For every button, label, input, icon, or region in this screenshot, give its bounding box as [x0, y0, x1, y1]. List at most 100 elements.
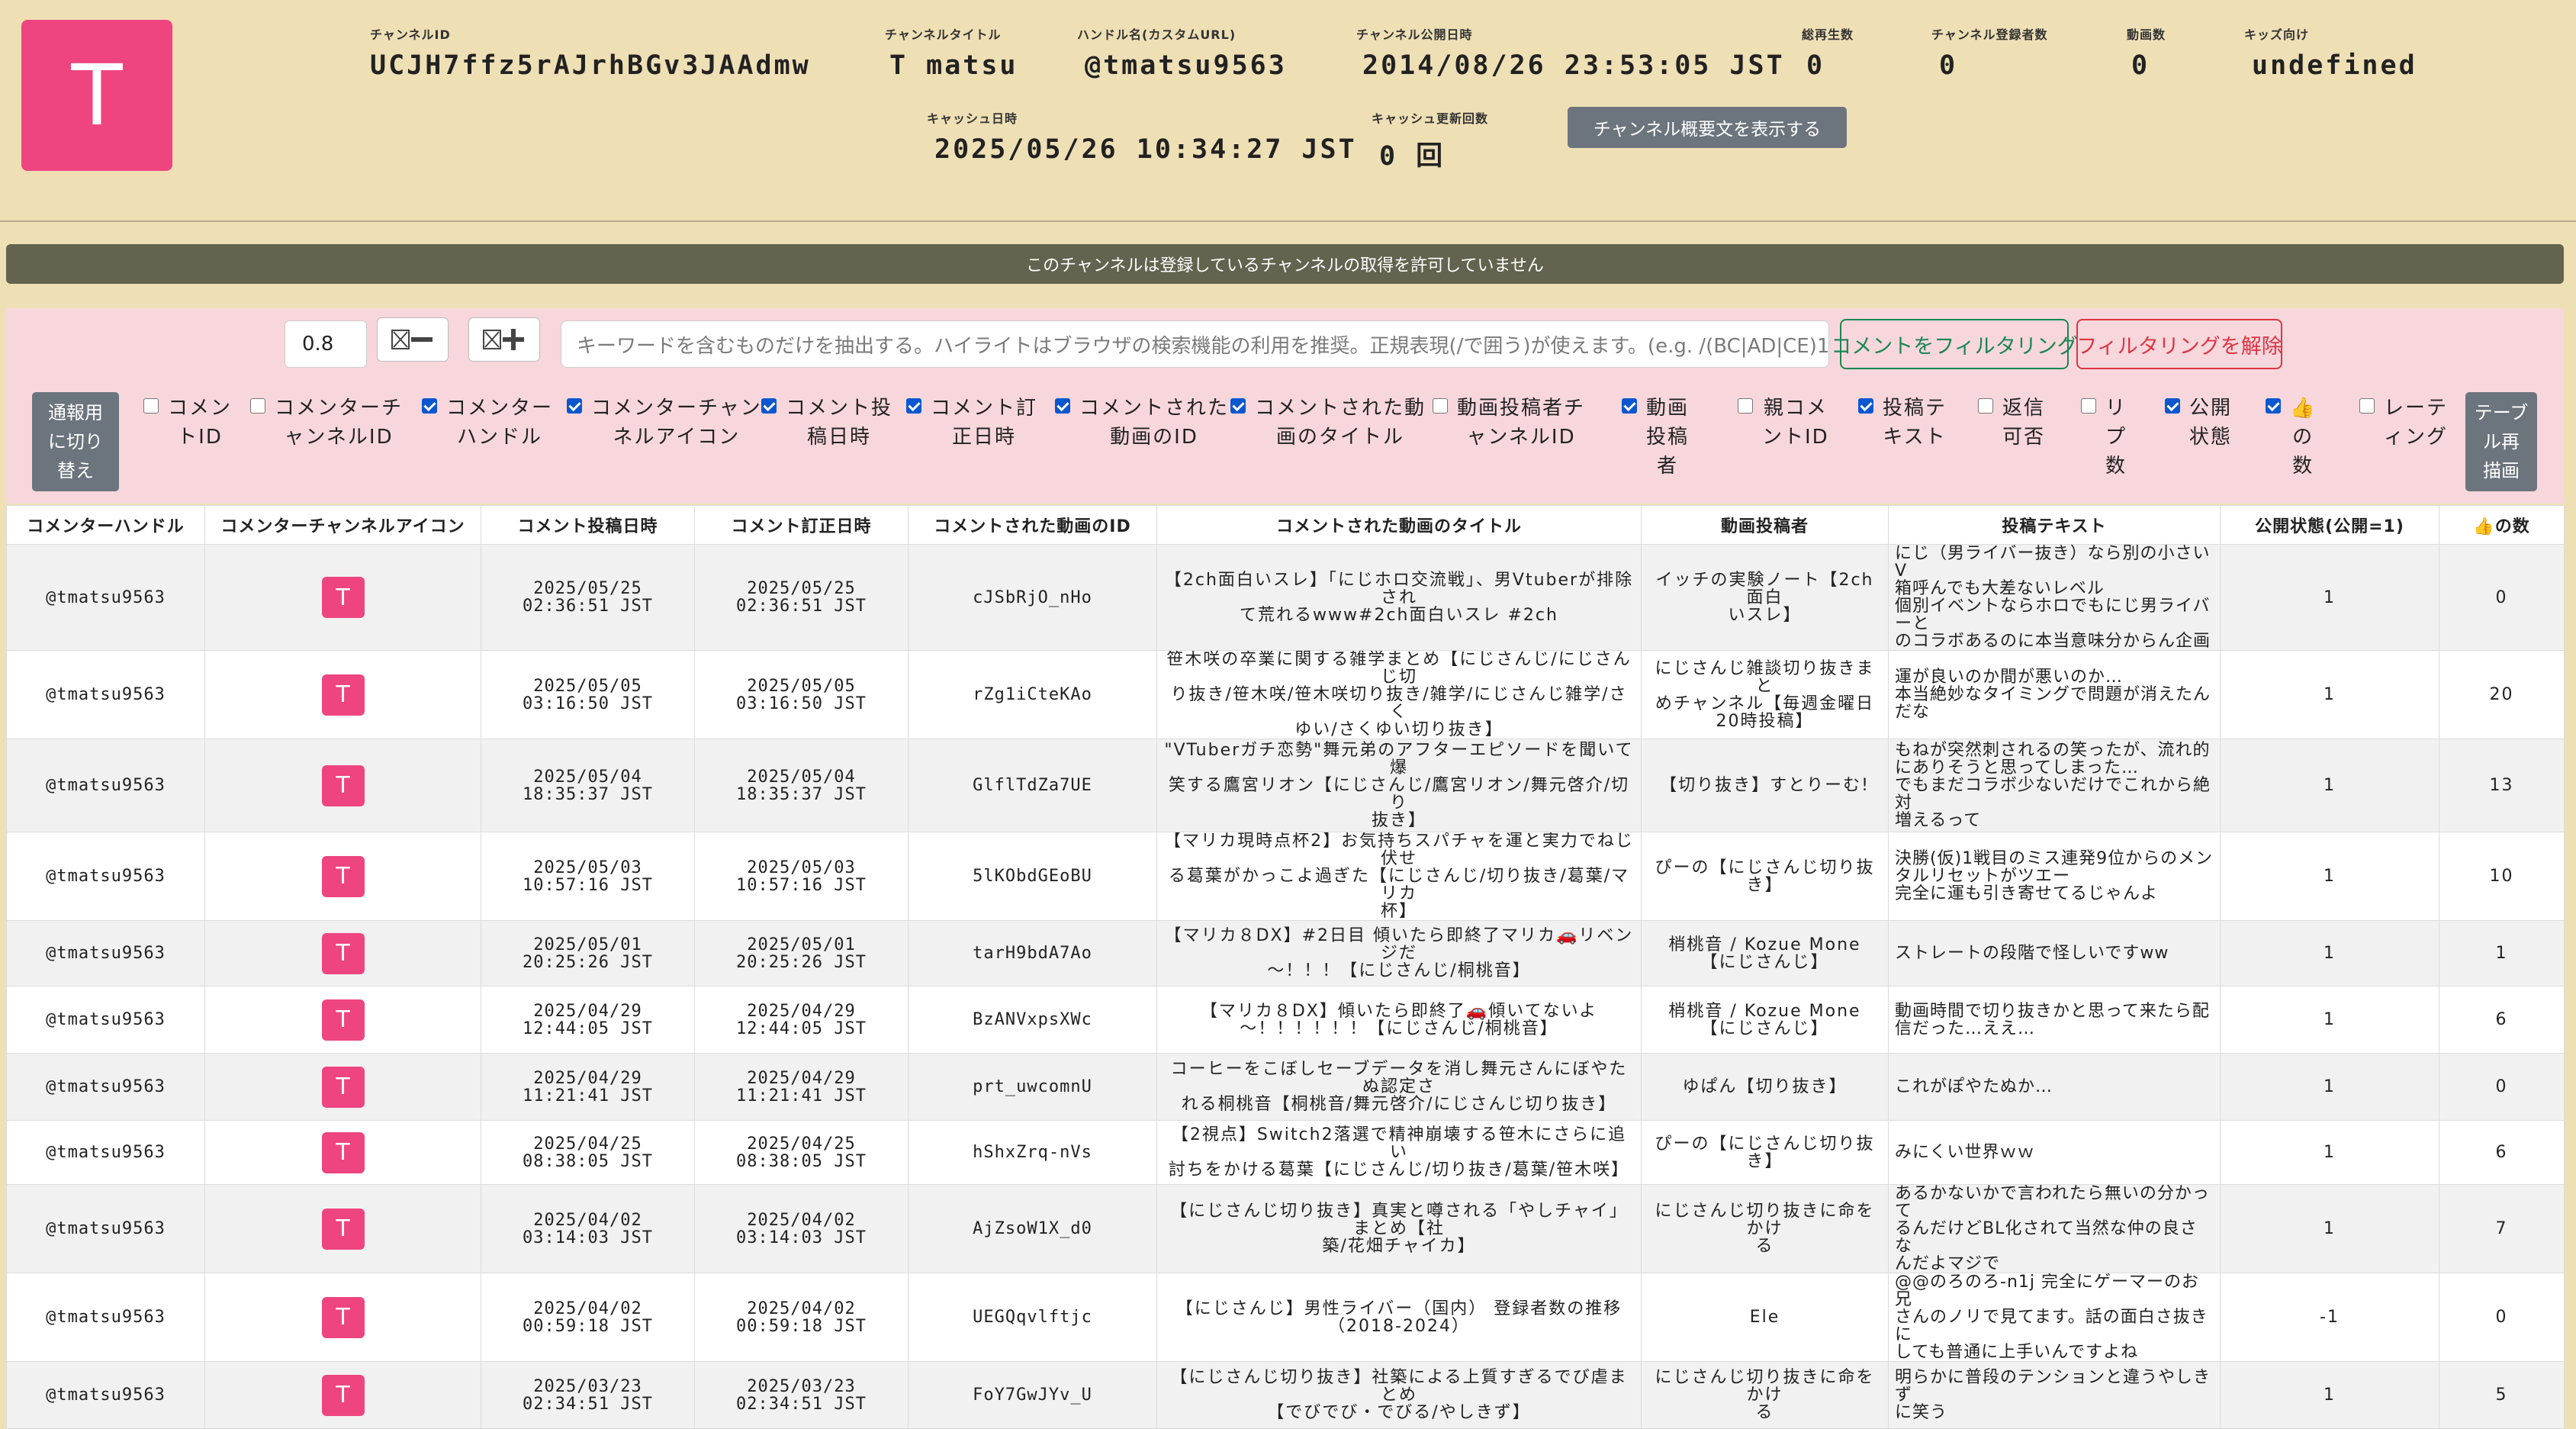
text-text: 運が良いのか間が悪いのか… 本当絶妙なタイミングで問題が消えたん だな	[1895, 668, 2211, 722]
table-row: @tmatsu9563 T 2025/04/25 08:38:05 JST 2025/…	[6, 1120, 2565, 1185]
column-toggle-3[interactable]: コメンターチャン ネルアイコン	[567, 394, 762, 452]
zoom-out-button[interactable]	[377, 317, 449, 362]
keyword-filter-input[interactable]: キーワードを含むものだけを抽出する。ハイライトはブラウザの検索機能の利用を推奨。…	[561, 320, 1829, 368]
likes-text: 0	[2495, 587, 2508, 607]
column-toggle-0[interactable]: コメン トID	[143, 394, 232, 452]
column-toggle-checkbox[interactable]	[1738, 398, 1753, 414]
cell-handle: @tmatsu9563	[6, 920, 205, 986]
cell-handle: @tmatsu9563	[6, 650, 205, 739]
table-body: @tmatsu9563 T 2025/05/25 02:36:51 JST 2025/…	[6, 544, 2565, 1429]
column-toggle-16[interactable]: レーテ ィング	[2359, 394, 2448, 452]
cache-count-label: キャッシュ更新回数	[1372, 111, 1489, 126]
handle-text: @tmatsu9563	[46, 1308, 166, 1327]
column-toggle-checkbox[interactable]	[1978, 398, 1993, 414]
edited-text: 2025/03/23 02:34:51 JST	[736, 1376, 867, 1414]
column-header[interactable]: コメント投稿日時	[481, 505, 695, 545]
column-toggle-checkbox[interactable]	[567, 398, 582, 414]
column-toggle-4[interactable]: コメント投 稿日時	[761, 394, 892, 452]
column-toggle-checkbox[interactable]	[2081, 398, 2096, 414]
handle-text: @tmatsu9563	[46, 944, 166, 963]
column-toggle-12[interactable]: 返信 可否	[1978, 394, 2045, 452]
column-header[interactable]: コメントされた動画のタイトル	[1156, 505, 1642, 545]
video-id-text[interactable]: BzANVxpsXWc	[973, 1010, 1092, 1029]
video-id-text[interactable]: tarH9bdA7Ao	[973, 944, 1092, 963]
commenter-avatar: T	[321, 764, 365, 806]
commenter-icon-cell: T	[204, 1053, 481, 1121]
video-id-text[interactable]: prt_uwcomnU	[973, 1077, 1092, 1096]
column-toggle-checkbox[interactable]	[422, 398, 437, 414]
column-toggle-14[interactable]: 公開 状態	[2165, 394, 2232, 452]
video-id-text[interactable]: hShxZrq-nVs	[973, 1143, 1092, 1162]
column-toggle-checkbox[interactable]	[906, 398, 921, 414]
show-description-button[interactable]: チャンネル概要文を表示する	[1568, 107, 1847, 148]
posted-text: 2025/04/02 03:14:03 JST	[523, 1210, 653, 1247]
video-id-text[interactable]: GlflTdZa7UE	[973, 776, 1092, 795]
column-toggle-checkbox[interactable]	[2359, 398, 2375, 414]
column-toggle-checkbox[interactable]	[1858, 398, 1873, 414]
column-header[interactable]: 公開状態(公開=1)	[2220, 505, 2439, 545]
clear-filter-button[interactable]: フィルタリングを解除	[2076, 319, 2282, 369]
cell-video-id: prt_uwcomnU	[908, 1053, 1157, 1121]
column-toggle-5[interactable]: コメント訂 正日時	[906, 394, 1037, 452]
column-toggle-checkbox[interactable]	[1433, 398, 1448, 414]
video-id-text[interactable]: AjZsoW1X_d0	[973, 1219, 1092, 1238]
column-toggle-checkbox[interactable]	[1230, 398, 1246, 414]
column-toggle-checkbox[interactable]	[1622, 398, 1637, 414]
uploader-text: イッチの実験ノート【2ch面白 いスレ】	[1655, 570, 1874, 625]
column-toggle-label: コメンターチ ャンネルID	[275, 397, 404, 449]
permission-notice: このチャンネルは登録しているチャンネルの取得を許可していません	[6, 244, 2564, 284]
video-id-text[interactable]: 5lKObdGEoBU	[973, 867, 1092, 886]
video-id-text[interactable]: cJSbRjO_nHo	[973, 588, 1092, 607]
cell-video-id: 5lKObdGEoBU	[908, 832, 1157, 921]
column-header[interactable]: 動画投稿者	[1641, 505, 1889, 545]
column-header[interactable]: 👍の数	[2439, 505, 2565, 545]
column-toggle-10[interactable]: 親コメ ントID	[1738, 394, 1829, 452]
column-toggle-13[interactable]: リ プ 数	[2081, 394, 2127, 481]
column-header[interactable]: 投稿テキスト	[1888, 505, 2221, 545]
zoom-in-button[interactable]	[468, 317, 540, 362]
cell-video-id: AjZsoW1X_d0	[908, 1184, 1157, 1273]
channel-id-field: チャンネルID UCJH7ffz5rAJrhBGv3JAAdmw	[370, 24, 811, 81]
video-id-text[interactable]: UEGQqvlftjc	[973, 1308, 1092, 1327]
column-toggle-6[interactable]: コメントされた 動画のID	[1055, 394, 1229, 452]
column-toggle-checkbox[interactable]	[1055, 398, 1070, 414]
column-toggle-15[interactable]: 👍 の 数	[2266, 394, 2316, 481]
column-toggle-2[interactable]: コメンター ハンドル	[422, 394, 553, 452]
likes-text: 0	[2495, 1308, 2508, 1327]
video-id-text[interactable]: FoY7GwJYv_U	[973, 1386, 1092, 1405]
cell-uploader: ぴーの【にじさんじ切り抜き】	[1641, 832, 1889, 921]
column-header[interactable]: コメンターハンドル	[6, 505, 205, 545]
cell-video-title: コーヒーをこぼしセーブデータを消し舞元さんにぼやたぬ認定さ れる桐桃音【桐桃音/…	[1156, 1053, 1642, 1121]
column-toggle-11[interactable]: 投稿テ キスト	[1858, 394, 1947, 452]
column-toggle-checkbox[interactable]	[761, 398, 777, 414]
column-toggle-8[interactable]: 動画投稿者チ ャンネルID	[1433, 394, 1585, 452]
videos-value: 0	[2131, 50, 2150, 81]
text-text: あるかないかで言われたら無いの分かって るんだけどBL化されて当然な仲の良さな …	[1895, 1184, 2210, 1273]
column-toggle-checkbox[interactable]	[2266, 398, 2281, 414]
column-toggle-9[interactable]: 動画 投稿 者	[1622, 394, 1689, 481]
column-toggle-7[interactable]: コメントされた動 画のタイトル	[1230, 394, 1426, 452]
edited-text: 2025/05/05 03:16:50 JST	[736, 676, 867, 713]
column-toggle-checkbox[interactable]	[250, 398, 265, 414]
handle-text: @tmatsu9563	[46, 587, 166, 607]
toggle-report-mode-button[interactable]: 通報用 に切り 替え	[32, 392, 119, 491]
column-toggle-1[interactable]: コメンターチ ャンネルID	[250, 394, 403, 452]
redraw-table-button[interactable]: テーブ ル再 描画	[2465, 392, 2537, 491]
column-header[interactable]: コメント訂正日時	[694, 505, 909, 545]
column-toggle-checkbox[interactable]	[143, 398, 159, 414]
commenter-icon-cell: T	[204, 739, 481, 832]
text-text: にじ（男ライバー抜き）なら別の小さいV 箱呼んでも大差ないレベル 個別イベントな…	[1895, 544, 2211, 651]
zoom-input[interactable]: 0.8	[285, 320, 367, 368]
filter-comments-button[interactable]: コメントをフィルタリング	[1831, 319, 2078, 369]
divider	[0, 220, 2576, 222]
column-toggle-checkbox[interactable]	[2165, 398, 2180, 414]
text-text: もねが突然刺されるの笑ったが、流れ的 にありそうと思ってしまった… でもまだコラ…	[1895, 741, 2211, 830]
column-toggle-label: コメンター ハンドル	[446, 397, 554, 449]
edited-text: 2025/04/02 03:14:03 JST	[736, 1210, 867, 1247]
video-id-text[interactable]: rZg1iCteKAo	[973, 685, 1092, 704]
column-header[interactable]: コメンターチャンネルアイコン	[204, 505, 481, 545]
status-text: 1	[2324, 1010, 2336, 1029]
cell-edited: 2025/05/04 18:35:37 JST	[694, 739, 909, 832]
column-header[interactable]: コメントされた動画のID	[908, 505, 1157, 545]
cell-video-title: "VTuberガチ恋勢"舞元弟のアフターエピソードを聞いて爆 笑する鷹宮リオン【…	[1156, 739, 1642, 832]
